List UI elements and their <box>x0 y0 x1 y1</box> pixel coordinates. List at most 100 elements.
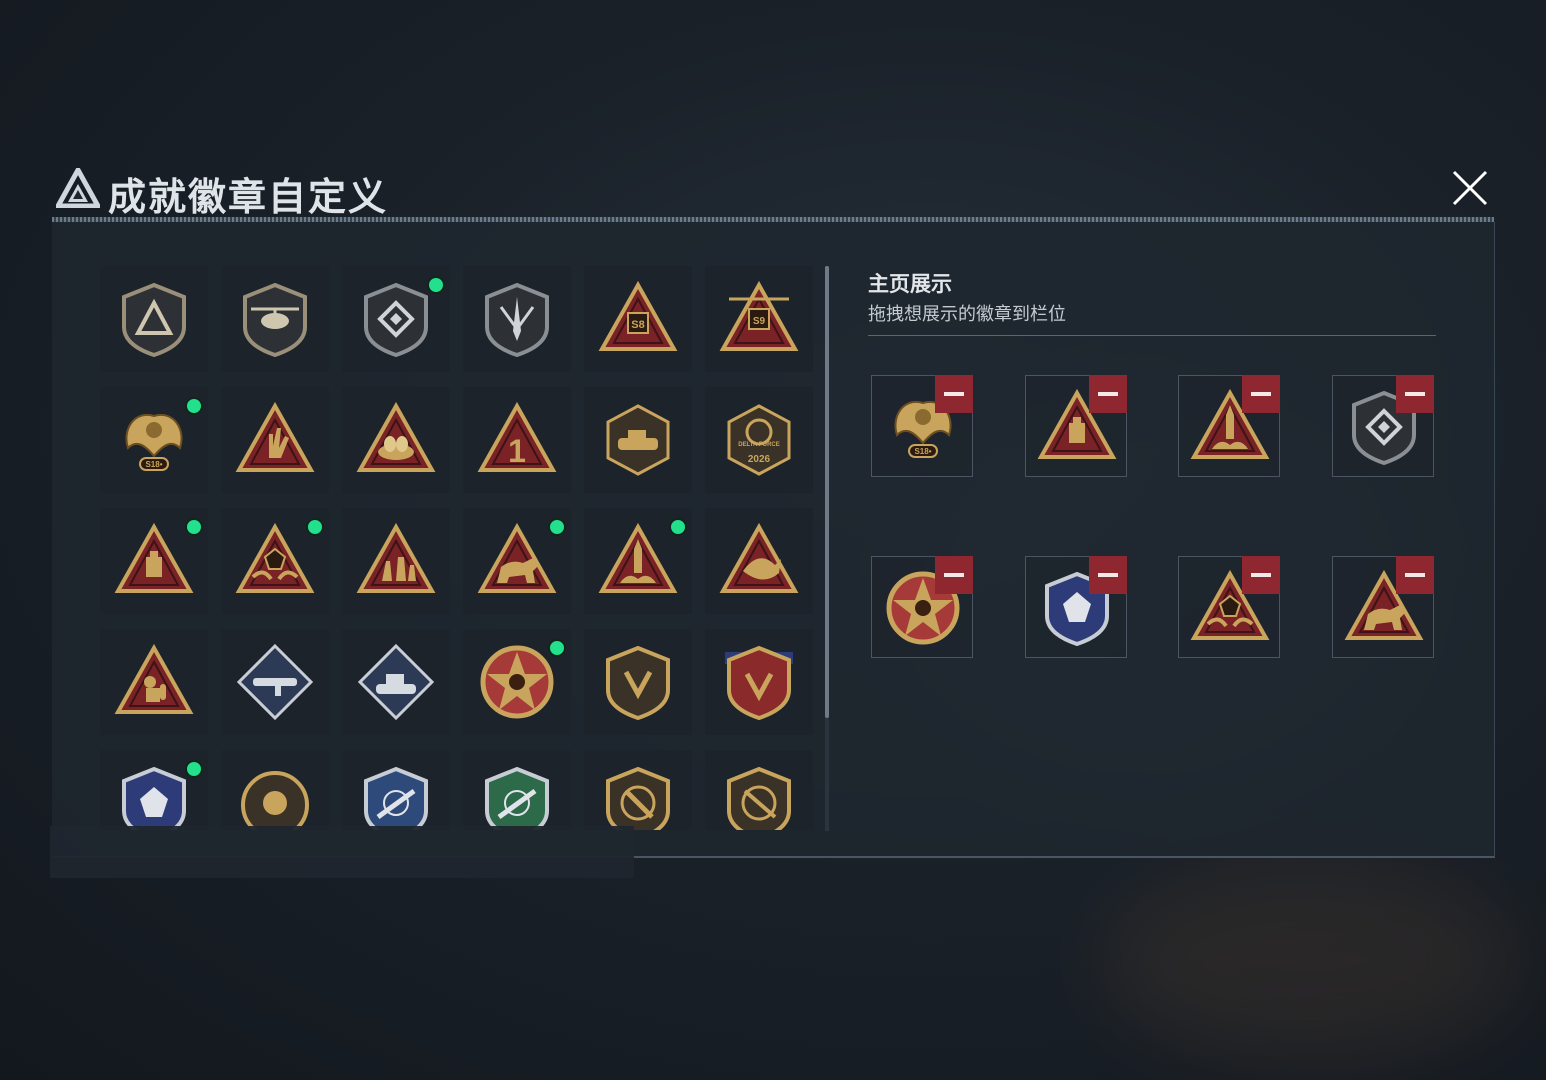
delta-force-2026-badge-icon: DELTA FORCE 2026 <box>727 404 791 476</box>
minus-icon[interactable] <box>935 556 973 594</box>
minus-icon[interactable] <box>1088 375 1127 413</box>
soldiers-triangle-badge-icon <box>356 522 436 593</box>
showcase-slot[interactable] <box>1024 556 1127 658</box>
number-one-badge-icon: 1 <box>477 401 557 472</box>
hand-sign-badge-icon <box>235 401 315 472</box>
rocket-launch-badge-icon <box>598 522 678 593</box>
badge-cell[interactable] <box>221 750 329 830</box>
s8-triangle-badge-icon: S8 <box>598 280 678 351</box>
background-glow-2 <box>1100 860 1520 1060</box>
badge-text: S18• <box>914 447 931 456</box>
badge-text: S18• <box>145 460 162 469</box>
tank-diamond-badge-icon <box>357 643 435 721</box>
phoenix-s18-badge-icon: S18• <box>125 413 183 471</box>
showcase-title: 主页展示 <box>868 273 952 296</box>
showcase-slot[interactable] <box>1331 556 1434 658</box>
delta-logo-icon <box>56 168 100 208</box>
minus-icon[interactable] <box>1088 556 1127 594</box>
diver-triangle-badge-icon <box>114 643 194 714</box>
badge-text: S8 <box>631 319 644 331</box>
new-indicator-dot <box>548 518 566 536</box>
launcher-diamond-badge-icon <box>236 643 314 721</box>
badge-cell[interactable] <box>100 750 208 830</box>
badge-cell[interactable] <box>100 266 208 372</box>
grid-bottom-mask <box>50 826 634 878</box>
badge-cell[interactable] <box>342 629 450 735</box>
badge-cell[interactable] <box>463 750 571 830</box>
badge-cell[interactable]: DELTA FORCE 2026 <box>705 387 813 493</box>
bull-triangle-badge-icon <box>477 522 557 593</box>
badge-cell[interactable] <box>100 508 208 614</box>
badge-cell[interactable] <box>584 629 692 735</box>
badge-cell[interactable] <box>463 266 571 372</box>
new-indicator-dot <box>185 760 203 778</box>
minus-icon[interactable] <box>1242 375 1280 413</box>
badge-cell[interactable] <box>221 387 329 493</box>
badge-cell[interactable] <box>584 508 692 614</box>
nest-egg-badge-icon <box>356 401 436 472</box>
badge-cell[interactable] <box>100 629 208 735</box>
badge-cell[interactable] <box>584 387 692 493</box>
minus-icon[interactable] <box>1242 556 1280 594</box>
new-indicator-dot <box>185 518 203 536</box>
badge-cell[interactable] <box>342 266 450 372</box>
shield-diamond-badge-icon <box>364 282 428 358</box>
block-triangle-badge-icon <box>114 522 194 593</box>
badge-cell[interactable]: S18• <box>100 387 208 493</box>
badge-text: S9 <box>753 316 766 327</box>
delta-force-tank-badge-icon <box>606 404 670 476</box>
showcase-slot[interactable] <box>1331 375 1434 477</box>
showcase-slot[interactable] <box>1024 375 1127 477</box>
star-skull-medal-icon <box>480 645 554 719</box>
badge-cell[interactable] <box>463 629 571 735</box>
badge-text: DELTA FORCE <box>738 442 780 448</box>
minus-icon[interactable] <box>935 375 973 413</box>
badge-text: 1 <box>508 433 526 469</box>
dice-hands-badge-icon <box>235 522 315 593</box>
ribbon-shield-badge-icon <box>725 645 793 721</box>
showcase-hint: 拖拽想展示的徽章到栏位 <box>868 304 1066 324</box>
badge-cell[interactable] <box>705 750 813 830</box>
minus-icon[interactable] <box>1395 556 1434 594</box>
grid-scrollbar[interactable] <box>825 266 829 718</box>
new-indicator-dot <box>306 518 324 536</box>
showcase-slot[interactable]: S18• <box>871 375 973 477</box>
pistol-shield-badge-icon <box>606 766 670 830</box>
new-indicator-dot <box>669 518 687 536</box>
title-bar: 成就徽章自定义 <box>52 160 1494 222</box>
badge-cell[interactable]: 1 <box>463 387 571 493</box>
badge-cell[interactable]: S8 <box>584 266 692 372</box>
minus-icon[interactable] <box>1395 375 1434 413</box>
badge-text: 2026 <box>748 454 771 465</box>
helicopter-badge-icon <box>243 282 307 358</box>
badge-cell[interactable] <box>221 629 329 735</box>
badge-cell[interactable] <box>342 387 450 493</box>
badge-cell[interactable] <box>463 508 571 614</box>
badge-cell[interactable] <box>221 508 329 614</box>
blue-rifle-crest-icon <box>364 766 428 830</box>
badge-cell[interactable] <box>342 750 450 830</box>
fish-triangle-badge-icon <box>719 522 799 593</box>
s9-triangle-badge-icon: S9 <box>719 280 799 351</box>
blue-crest-badge-icon <box>122 766 186 830</box>
green-rifle-crest-icon <box>485 766 549 830</box>
delta-shield-badge-icon <box>122 282 186 358</box>
showcase-slot[interactable] <box>871 556 973 658</box>
new-indicator-dot <box>185 397 203 415</box>
rifle-shield-badge-icon <box>727 766 791 830</box>
bronze-shield-badge-icon <box>606 645 670 721</box>
close-icon[interactable] <box>1448 164 1498 214</box>
page-title: 成就徽章自定义 <box>108 177 389 219</box>
badge-cell[interactable] <box>705 508 813 614</box>
new-indicator-dot <box>548 639 566 657</box>
showcase-slot[interactable] <box>1178 375 1280 477</box>
showcase-slot[interactable] <box>1178 556 1280 658</box>
skull-round-badge-icon <box>241 771 309 830</box>
badge-cell[interactable] <box>705 629 813 735</box>
badge-cell[interactable] <box>221 266 329 372</box>
badge-cell[interactable] <box>342 508 450 614</box>
badge-cell[interactable] <box>584 750 692 830</box>
badge-cell[interactable]: S9 <box>705 266 813 372</box>
showcase-divider <box>868 335 1436 336</box>
badge-grid[interactable]: S8 S9 S18• 1 DELTA FORCE 2026 <box>100 265 816 830</box>
